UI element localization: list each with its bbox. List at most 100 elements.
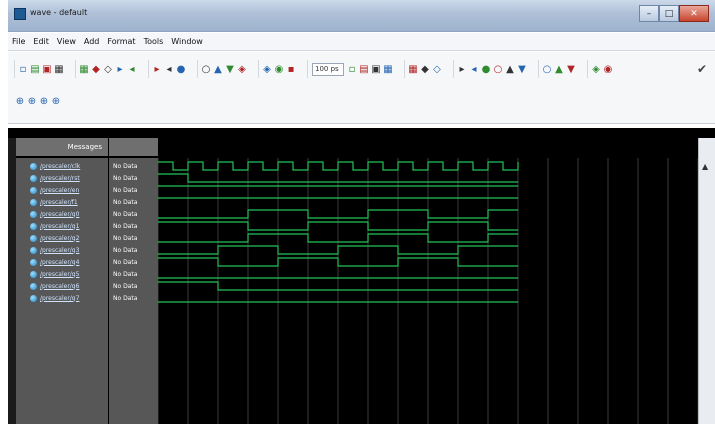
signal-name[interactable]: /prescaler/en (40, 187, 79, 194)
minimize-button[interactable]: – (639, 5, 659, 22)
signal-name[interactable]: /prescaler/q4 (40, 259, 79, 266)
signal-name[interactable]: /prescaler/q7 (40, 295, 79, 302)
signal-row[interactable]: /prescaler/q1 (16, 220, 79, 232)
waveform-pane[interactable] (158, 158, 698, 424)
break-icon[interactable]: ▣ (371, 62, 381, 76)
signal-row[interactable]: /prescaler/q3 (16, 244, 79, 256)
signal-name[interactable]: /prescaler/clk (40, 163, 80, 170)
waveform-trace[interactable] (158, 245, 518, 255)
waveform-trace[interactable] (158, 257, 518, 267)
menu-tools[interactable]: Tools (144, 37, 164, 46)
signal-row[interactable]: /prescaler/q4 (16, 256, 79, 268)
sort-icon[interactable]: ● (176, 62, 186, 76)
cut-icon[interactable]: ▦ (79, 62, 89, 76)
zoom-area-icon[interactable]: ◈ (237, 62, 247, 76)
expand-icon[interactable]: ▼ (566, 62, 576, 76)
signal-row[interactable]: /prescaler/q5 (16, 268, 79, 280)
restart-icon[interactable]: ▤ (359, 62, 369, 76)
signal-row[interactable]: /prescaler/clk (16, 160, 80, 172)
signal-name[interactable]: /prescaler/f1 (40, 199, 78, 206)
signal-value: No Data (109, 184, 137, 196)
wave-a-icon[interactable]: ▦ (408, 62, 418, 76)
waveform-trace[interactable] (158, 161, 519, 171)
save-icon[interactable]: ▣ (42, 62, 52, 76)
value-column-header (109, 138, 158, 156)
find-icon[interactable]: ▸ (152, 62, 162, 76)
signal-row[interactable]: /prescaler/q7 (16, 292, 79, 304)
run-length-icon[interactable]: ▫ (347, 62, 357, 76)
toolbar-row-main: ▫ ▤ ▣ ▦ ▦ ◆ ◇ ▸ ◂ ▸ ◂ ● ○ ▲ ▼ ◈ ◈ ◉ ▪ 100 ps ▫ ▤ ▣ ▦ ▦ ◆ ◇ ▸ ◂ ● ○ ▲ ▼ ○ ▲… (14, 60, 624, 78)
maximize-button[interactable]: □ (659, 5, 679, 22)
menu-edit[interactable]: Edit (33, 37, 49, 46)
new-icon[interactable]: ▫ (18, 62, 28, 76)
menu-window[interactable]: Window (171, 37, 203, 46)
vertical-scrollbar[interactable]: ▲ (698, 138, 715, 424)
zoom-full-icon[interactable]: ⊕ (39, 94, 49, 108)
paste-icon[interactable]: ◇ (103, 62, 113, 76)
zoom-in-icon[interactable]: ⊕ (15, 94, 25, 108)
signal-name[interactable]: /prescaler/q6 (40, 283, 79, 290)
dataflow-icon[interactable]: ◉ (603, 62, 613, 76)
menu-format[interactable]: Format (107, 37, 135, 46)
cursor-add-icon[interactable]: ● (481, 62, 491, 76)
continue-icon[interactable]: ▪ (286, 62, 296, 76)
zoom-out-icon[interactable]: ▼ (225, 62, 235, 76)
signal-icon (30, 186, 37, 194)
menu-add[interactable]: Add (84, 37, 100, 46)
close-button[interactable]: ✕ (679, 5, 709, 22)
run-length-field[interactable]: 100 ps (312, 62, 344, 76)
signal-name[interactable]: /prescaler/q2 (40, 235, 79, 242)
zoom-out-icon[interactable]: ⊕ (27, 94, 37, 108)
signal-row[interactable]: /prescaler/q0 (16, 208, 79, 220)
signal-name[interactable]: /prescaler/q1 (40, 223, 79, 230)
toolbar-group: ▸ ◂ ● ○ ▲ ▼ (453, 60, 530, 78)
signal-row[interactable]: /prescaler/f1 (16, 196, 78, 208)
signal-row[interactable]: /prescaler/rst (16, 172, 80, 184)
cursor-del-icon[interactable]: ○ (493, 62, 503, 76)
redo-icon[interactable]: ◂ (127, 62, 137, 76)
step-icon[interactable]: ◈ (262, 62, 272, 76)
scroll-up-icon[interactable]: ▲ (702, 162, 708, 171)
marker-a-icon[interactable]: ▸ (457, 62, 467, 76)
signal-icon (30, 174, 37, 182)
toolbar-row-zoom: ⊕ ⊕ ⊕ ⊕ (14, 94, 62, 108)
toolbar-group: ○ ▲ ▼ (538, 60, 579, 78)
toolbar: ▫ ▤ ▣ ▦ ▦ ◆ ◇ ▸ ◂ ▸ ◂ ● ○ ▲ ▼ ◈ ◈ ◉ ▪ 100 ps ▫ ▤ ▣ ▦ ▦ ◆ ◇ ▸ ◂ ● ○ ▲ ▼ ○ ▲… (8, 52, 715, 124)
edit-icon[interactable]: ▲ (554, 62, 564, 76)
wave-b-icon[interactable]: ◆ (420, 62, 430, 76)
undo-icon[interactable]: ▸ (115, 62, 125, 76)
menu-view[interactable]: View (57, 37, 76, 46)
wave-c-icon[interactable]: ◇ (432, 62, 442, 76)
print-icon[interactable]: ▦ (54, 62, 64, 76)
cursor-prev-icon[interactable]: ▼ (517, 62, 527, 76)
run-icon[interactable]: ◉ (274, 62, 284, 76)
toolbar-group: ▦ ◆ ◇ ▸ ◂ (75, 60, 140, 78)
copy-icon[interactable]: ◆ (91, 62, 101, 76)
signal-row[interactable]: /prescaler/q2 (16, 232, 79, 244)
signal-name[interactable]: /prescaler/q0 (40, 211, 79, 218)
bookmark-icon[interactable]: ◂ (164, 62, 174, 76)
signal-row[interactable]: /prescaler/en (16, 184, 79, 196)
select-icon[interactable]: ○ (542, 62, 552, 76)
signal-icon (30, 270, 37, 278)
signal-row[interactable]: /prescaler/q6 (16, 280, 79, 292)
stop-icon[interactable]: ▦ (383, 62, 393, 76)
collapse-icon[interactable]: ◈ (591, 62, 601, 76)
wand-icon[interactable]: ✔ (697, 62, 707, 76)
signal-value-text: No Data (113, 210, 138, 218)
zoom-in-icon[interactable]: ▲ (213, 62, 223, 76)
signal-value-text: No Data (113, 222, 138, 230)
zoom-cursor-icon[interactable]: ⊕ (51, 94, 61, 108)
menu-file[interactable]: File (12, 37, 25, 46)
signal-icon (30, 210, 37, 218)
zoom-fit-icon[interactable]: ○ (201, 62, 211, 76)
open-icon[interactable]: ▤ (30, 62, 40, 76)
window-controls: – □ ✕ (639, 5, 709, 22)
cursor-next-icon[interactable]: ▲ (505, 62, 515, 76)
signal-name[interactable]: /prescaler/q5 (40, 271, 79, 278)
marker-b-icon[interactable]: ◂ (469, 62, 479, 76)
toolbar-group: ○ ▲ ▼ ◈ (197, 60, 250, 78)
signal-value: No Data (109, 196, 137, 208)
signal-name[interactable]: /prescaler/q3 (40, 247, 79, 254)
signal-name[interactable]: /prescaler/rst (40, 175, 80, 182)
